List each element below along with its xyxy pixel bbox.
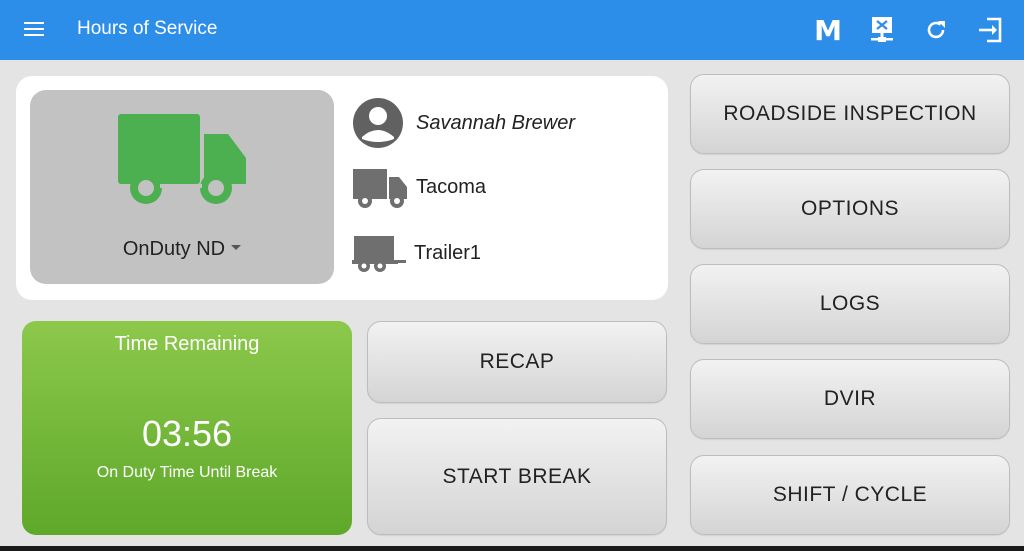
shift-cycle-button[interactable]: SHIFT / CYCLE	[690, 455, 1010, 535]
duty-status-label: OnDuty ND	[30, 238, 334, 261]
duty-status-selector[interactable]: OnDuty ND	[30, 90, 334, 284]
time-remaining-subtitle: On Duty Time Until Break	[96, 464, 278, 481]
time-remaining-panel: Time Remaining 03:56 On Duty Time Until …	[22, 321, 352, 535]
time-remaining-value: 03:56	[141, 413, 233, 454]
m-label: M	[814, 13, 842, 47]
time-remaining-title: Time Remaining	[114, 333, 260, 355]
start-break-button[interactable]: START BREAK	[367, 418, 667, 535]
trailer-name: Trailer1	[414, 241, 482, 264]
vehicle-name: Tacoma	[416, 175, 487, 198]
trailer-row: Trailer1	[352, 232, 481, 274]
dropdown-caret-icon	[231, 245, 242, 251]
logs-button[interactable]: LOGS	[690, 264, 1010, 344]
options-button[interactable]: OPTIONS	[690, 169, 1010, 249]
duty-status-text: OnDuty ND	[122, 238, 226, 260]
page-title: Hours of Service	[77, 18, 218, 39]
user-icon	[353, 98, 403, 148]
truck-icon	[118, 114, 246, 204]
driver-name: Savannah Brewer	[416, 111, 575, 134]
refresh-icon[interactable]	[918, 12, 954, 48]
app-bar: Hours of Service M	[0, 0, 1024, 60]
driver-row: Savannah Brewer	[352, 97, 575, 149]
bottom-edge	[0, 546, 1024, 551]
vehicle-icon	[353, 169, 407, 208]
logout-icon[interactable]	[972, 12, 1008, 48]
roadside-inspection-button[interactable]: ROADSIDE INSPECTION	[690, 74, 1010, 154]
network-icon[interactable]	[864, 12, 900, 48]
recap-button[interactable]: RECAP	[367, 321, 667, 403]
dvir-button[interactable]: DVIR	[690, 359, 1010, 439]
trailer-icon	[352, 236, 406, 272]
m-icon[interactable]: M	[810, 12, 846, 48]
vehicle-row: Tacoma	[352, 165, 486, 209]
menu-icon[interactable]	[22, 18, 46, 42]
